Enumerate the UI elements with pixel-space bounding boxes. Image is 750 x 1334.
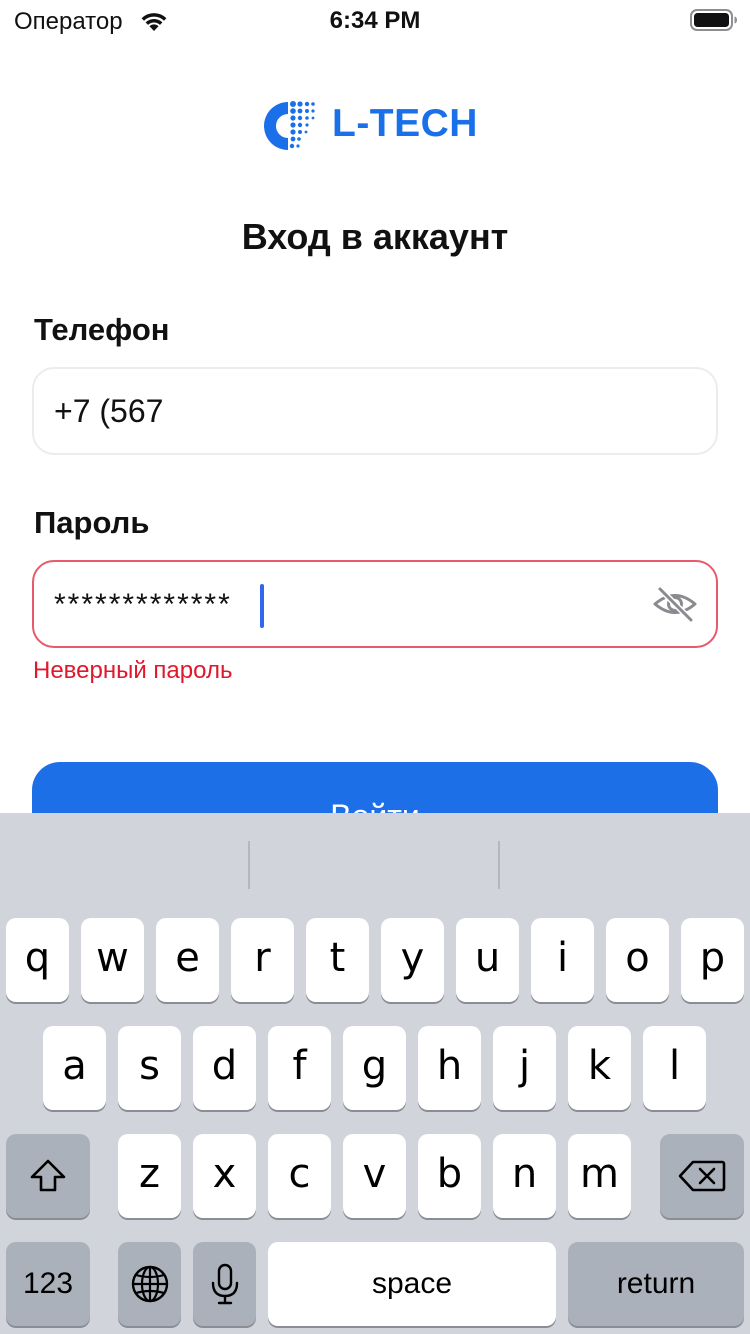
key-d[interactable]: d <box>193 1026 256 1110</box>
key-n[interactable]: n <box>493 1134 556 1218</box>
phone-field[interactable]: +7 (567 <box>32 367 718 455</box>
key-r[interactable]: r <box>231 918 294 1002</box>
suggestion-divider <box>498 841 500 889</box>
globe-icon <box>131 1265 168 1303</box>
key-y[interactable]: y <box>381 918 444 1002</box>
battery-icon <box>690 9 737 31</box>
logo-mark-icon <box>264 101 315 150</box>
key-b[interactable]: b <box>418 1134 481 1218</box>
key-a[interactable]: a <box>43 1026 106 1110</box>
microphone-icon <box>211 1263 238 1305</box>
phone-label: Телефон <box>34 312 170 347</box>
logo-text: L-TECH <box>332 102 478 145</box>
key-x[interactable]: x <box>193 1134 256 1218</box>
key-j[interactable]: j <box>493 1026 556 1110</box>
password-error-message: Неверный пароль <box>33 657 233 684</box>
key-g[interactable]: g <box>343 1026 406 1110</box>
key-l[interactable]: l <box>643 1026 706 1110</box>
key-t[interactable]: t <box>306 918 369 1002</box>
shift-icon <box>30 1159 66 1192</box>
status-time: 6:34 PM <box>329 7 421 34</box>
on-screen-keyboard: q w e r t y u i o p a s d f g h j k l z … <box>0 813 750 1334</box>
key-z[interactable]: z <box>118 1134 181 1218</box>
password-value: ************* <box>54 588 232 621</box>
text-caret <box>260 584 264 628</box>
key-u[interactable]: u <box>456 918 519 1002</box>
eye-slash-icon[interactable] <box>652 584 698 624</box>
shift-key[interactable] <box>6 1134 90 1218</box>
key-o[interactable]: o <box>606 918 669 1002</box>
dictation-key[interactable] <box>193 1242 256 1326</box>
key-e[interactable]: e <box>156 918 219 1002</box>
suggestion-divider <box>248 841 250 889</box>
key-m[interactable]: m <box>568 1134 631 1218</box>
key-w[interactable]: w <box>81 918 144 1002</box>
phone-value: +7 (567 <box>54 393 164 429</box>
key-s[interactable]: s <box>118 1026 181 1110</box>
key-h[interactable]: h <box>418 1026 481 1110</box>
key-v[interactable]: v <box>343 1134 406 1218</box>
globe-key[interactable] <box>118 1242 181 1326</box>
password-label: Пароль <box>34 505 150 540</box>
brand-logo: L-TECH <box>262 100 492 152</box>
key-f[interactable]: f <box>268 1026 331 1110</box>
return-key[interactable]: return <box>568 1242 744 1326</box>
suggestion-bar <box>0 813 750 903</box>
key-p[interactable]: p <box>681 918 744 1002</box>
backspace-icon <box>678 1160 726 1192</box>
password-field[interactable]: ************* <box>32 560 718 648</box>
status-bar: Оператор 6:34 PM <box>0 0 750 40</box>
key-c[interactable]: c <box>268 1134 331 1218</box>
login-screen: Оператор 6:34 PM L-TECH Вход в аккаунт Т… <box>0 0 750 1334</box>
page-title: Вход в аккаунт <box>241 216 509 257</box>
backspace-key[interactable] <box>660 1134 744 1218</box>
key-i[interactable]: i <box>531 918 594 1002</box>
key-q[interactable]: q <box>6 918 69 1002</box>
key-k[interactable]: k <box>568 1026 631 1110</box>
space-key[interactable]: space <box>268 1242 556 1326</box>
numbers-key[interactable]: 123 <box>6 1242 90 1326</box>
